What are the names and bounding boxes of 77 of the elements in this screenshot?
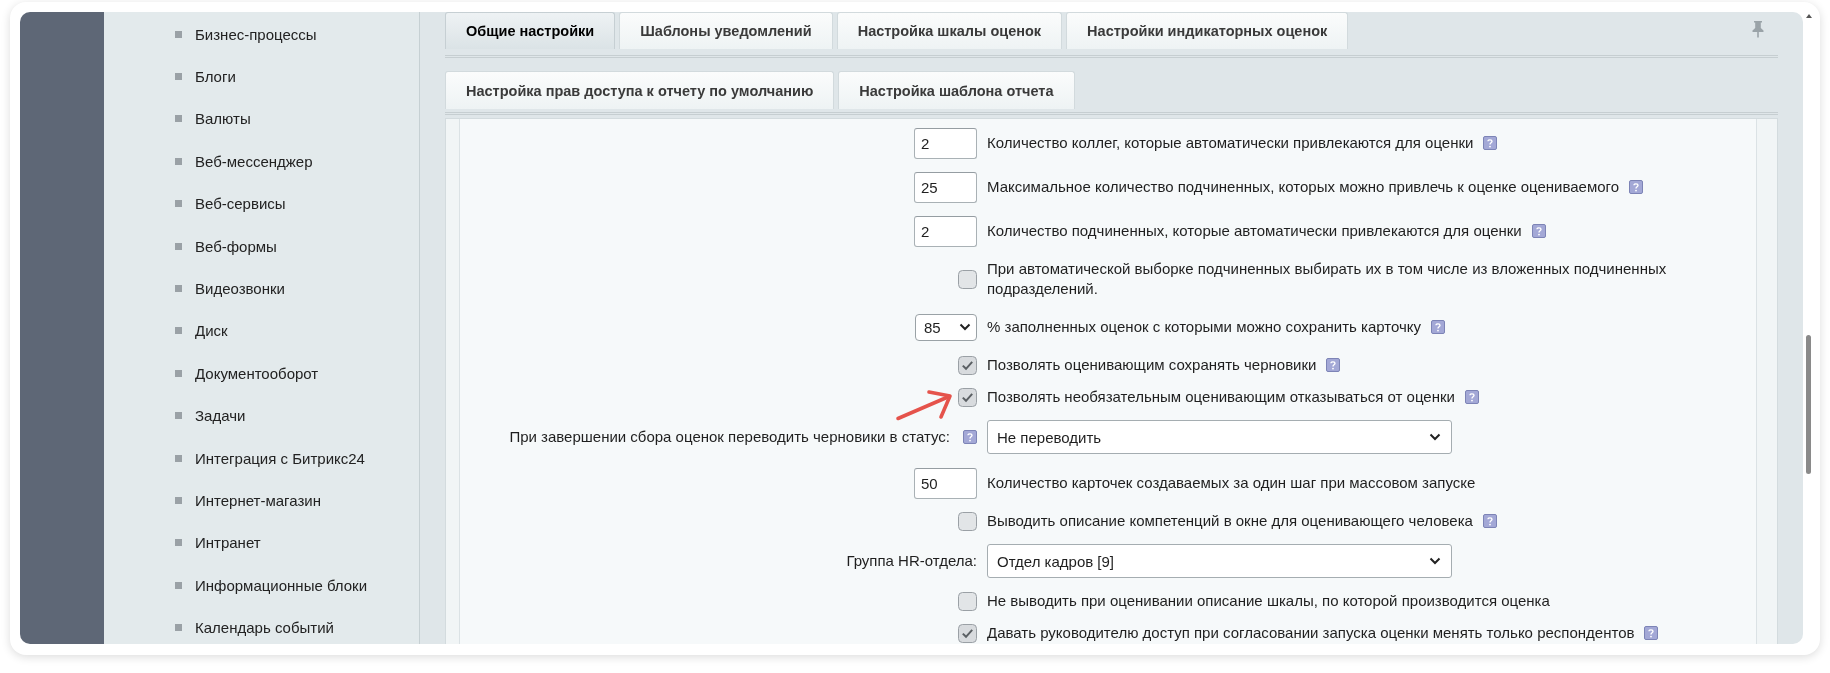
- bullet-icon: [175, 497, 182, 504]
- sidebar-link[interactable]: Задачи: [195, 407, 246, 425]
- checkbox[interactable]: [958, 623, 977, 643]
- setting-label: Максимальное количество подчиненных, которых можно привлечь к оценке оцениваемого: [987, 177, 1620, 197]
- number-field[interactable]: 2: [914, 127, 977, 159]
- sidebar-link[interactable]: Документооборот: [195, 364, 319, 382]
- setting-label: Количество подчиненных, которые автоматически привлекаются для оценки: [987, 221, 1522, 241]
- scrollbar-thumb[interactable]: [1806, 335, 1811, 474]
- tab[interactable]: Настройки индикаторных оценок: [1066, 12, 1349, 49]
- scroll-up-arrow-icon[interactable]: [1806, 14, 1812, 18]
- number-field[interactable]: 2: [914, 215, 977, 247]
- number-field[interactable]: 25: [914, 171, 977, 203]
- setting-label: При автоматической выборке подчиненных выбирать их в том числе из вложенных подчиненных подразделений.: [987, 259, 1668, 299]
- number-field[interactable]: 50: [914, 467, 977, 499]
- chevron-down-icon: [1429, 557, 1441, 565]
- sidebar-link[interactable]: Веб-сервисы: [195, 195, 286, 213]
- help-icon[interactable]: [1644, 626, 1659, 640]
- sidebar-link[interactable]: Валюты: [195, 110, 251, 128]
- sidebar-link[interactable]: Веб-мессенджер: [195, 152, 313, 170]
- tab[interactable]: Настройка шкалы оценок: [836, 12, 1063, 49]
- percent-dropdown[interactable]: 85: [915, 313, 977, 341]
- setting-label: Позволять оценивающим сохранять черновики: [987, 355, 1317, 375]
- bullet-icon: [175, 624, 182, 632]
- help-icon[interactable]: [963, 430, 977, 444]
- bullet-icon: [175, 327, 182, 335]
- sidebar-link[interactable]: Видеозвонки: [195, 280, 285, 298]
- sidebar-link[interactable]: Информационные блоки: [195, 576, 368, 594]
- setting-label: Давать руководителю доступ при согласовании запуска оценки менять только респондентов: [987, 623, 1635, 643]
- sidebar-link[interactable]: Веб-формы: [195, 237, 277, 255]
- help-icon[interactable]: [1326, 358, 1341, 372]
- bullet-icon: [175, 454, 182, 462]
- checkbox[interactable]: [958, 269, 977, 289]
- setting-label: Не выводить при оценивании описание шкалы, по которой производится оценка: [987, 591, 1550, 611]
- tab[interactable]: Шаблоны уведомлений: [619, 12, 833, 49]
- help-icon[interactable]: [1483, 136, 1498, 150]
- tab[interactable]: Настройка прав доступа к отчету по умолчанию: [445, 71, 835, 109]
- checkbox[interactable]: [958, 355, 977, 375]
- field-label: При завершении сбора оценок переводить черновики в статус:: [509, 427, 950, 447]
- bullet-icon: [175, 369, 182, 377]
- sidebar-link[interactable]: Интранет: [195, 534, 261, 552]
- sidebar-link[interactable]: Интеграция с Битрикс24: [195, 449, 365, 467]
- sidebar-link[interactable]: Бизнес-процессы: [195, 25, 317, 43]
- help-icon[interactable]: [1464, 390, 1479, 404]
- setting-label: Количество коллег, которые автоматически привлекаются для оценки: [987, 133, 1474, 153]
- field-label: Группа HR-отдела:: [846, 551, 977, 571]
- dropdown[interactable]: Отдел кадров [9]: [987, 544, 1452, 578]
- setting-label: % заполненных оценок с которыми можно сохранить карточку: [987, 317, 1422, 337]
- dropdown[interactable]: Не переводить: [987, 420, 1452, 454]
- help-icon[interactable]: [1482, 514, 1497, 528]
- bullet-icon: [175, 412, 182, 420]
- sidebar-link[interactable]: Блоги: [195, 68, 236, 86]
- help-icon[interactable]: [1531, 224, 1546, 238]
- setting-label: Количество карточек создаваемых за один шаг при массовом запуске: [987, 473, 1476, 493]
- checkbox[interactable]: [958, 591, 977, 611]
- sidebar-link[interactable]: Интернет-магазин: [195, 492, 321, 509]
- setting-label: Позволять необязательным оценивающим отказываться от оценки: [987, 387, 1455, 407]
- pin-icon[interactable]: [1751, 20, 1765, 38]
- chevron-down-icon: [1429, 433, 1441, 441]
- checkbox[interactable]: [958, 387, 977, 407]
- help-icon[interactable]: [1629, 180, 1644, 194]
- bullet-icon: [175, 285, 182, 293]
- help-icon[interactable]: [1431, 320, 1446, 334]
- bullet-icon: [175, 200, 182, 208]
- checkbox[interactable]: [958, 511, 977, 531]
- bullet-icon: [175, 242, 182, 250]
- bullet-icon: [175, 115, 182, 123]
- bullet-icon: [175, 581, 182, 589]
- bullet-icon: [175, 539, 182, 547]
- bullet-icon: [175, 30, 182, 38]
- sidebar-link[interactable]: Диск: [195, 322, 228, 340]
- tab[interactable]: Настройка шаблона отчета: [838, 71, 1075, 109]
- bullet-icon: [175, 157, 182, 165]
- sidebar-link[interactable]: Календарь событий: [195, 619, 334, 637]
- bullet-icon: [175, 73, 182, 81]
- setting-label: Выводить описание компетенций в окне для оценивающего человека: [987, 511, 1473, 531]
- chevron-down-icon: [959, 323, 971, 331]
- tab[interactable]: Общие настройки: [445, 12, 616, 49]
